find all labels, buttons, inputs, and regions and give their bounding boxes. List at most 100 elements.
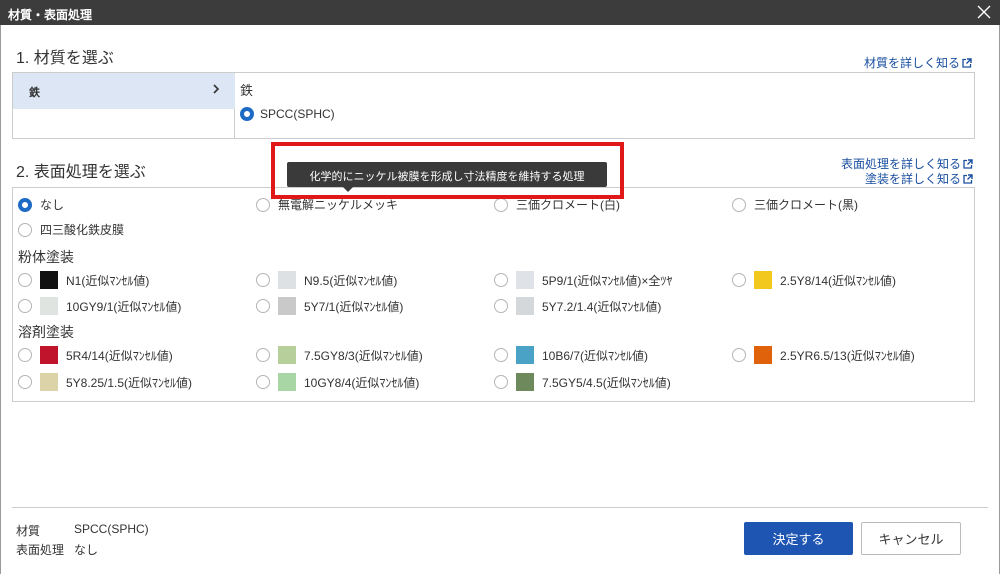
color-swatch (278, 373, 296, 391)
surface-panel (12, 187, 975, 402)
powder-option-5y7-1[interactable]: 5Y7/1(近似ﾏﾝｾﾙ値) (256, 297, 403, 315)
confirm-button[interactable]: 決定する (744, 522, 853, 555)
radio-icon[interactable] (18, 299, 32, 313)
material-panel: 鉄 (12, 72, 975, 139)
radio-icon[interactable] (256, 299, 270, 313)
powder-option-2-5y8-14[interactable]: 2.5Y8/14(近似ﾏﾝｾﾙ値) (732, 271, 896, 289)
external-link-icon (963, 173, 973, 184)
material-option-group-title: 鉄 (240, 83, 254, 98)
material-category-iron[interactable]: 鉄 (13, 73, 235, 109)
material-category-list: 鉄 (13, 73, 235, 138)
surface-option-label: なし (40, 198, 65, 212)
solvent-option-5r4-14[interactable]: 5R4/14(近似ﾏﾝｾﾙ値) (18, 346, 173, 364)
color-swatch (278, 297, 296, 315)
color-swatch (278, 271, 296, 289)
solvent-option-2-5yr6-5-13[interactable]: 2.5YR6.5/13(近似ﾏﾝｾﾙ値) (732, 346, 915, 364)
powder-option-5y7-2-1-4[interactable]: 5Y7.2/1.4(近似ﾏﾝｾﾙ値) (494, 297, 661, 315)
cancel-button[interactable]: キャンセル (861, 522, 961, 555)
radio-icon[interactable] (18, 375, 32, 389)
radio-icon[interactable] (256, 375, 270, 389)
color-swatch (40, 297, 58, 315)
powder-option-label: N1(近似ﾏﾝｾﾙ値) (66, 273, 150, 288)
tooltip: 化学的にニッケル被膜を形成し寸法精度を維持する処理 (287, 162, 607, 192)
color-swatch (754, 271, 772, 289)
powder-option-label: 10GY9/1(近似ﾏﾝｾﾙ値) (66, 299, 182, 314)
external-link-icon (963, 158, 973, 169)
material-detail-link[interactable]: 材質を詳しく知る (864, 54, 972, 71)
radio-icon[interactable] (494, 375, 508, 389)
solvent-option-label: 7.5GY8/3(近似ﾏﾝｾﾙ値) (304, 348, 423, 363)
material-option-label: SPCC(SPHC) (260, 107, 335, 121)
color-swatch (516, 373, 534, 391)
surface-option-chromate-black[interactable]: 三価クロメート(黒) (732, 196, 858, 213)
summary-material-label: 材質 (16, 524, 41, 538)
material-section-title: 1. 材質を選ぶ (16, 50, 114, 67)
footer-divider (12, 507, 988, 508)
solvent-option-label: 5Y8.25/1.5(近似ﾏﾝｾﾙ値) (66, 375, 193, 390)
solvent-option-10b6-7[interactable]: 10B6/7(近似ﾏﾝｾﾙ値) (494, 346, 648, 364)
surface-option-triiron-tetroxide[interactable]: 四三酸化鉄皮膜 (18, 221, 124, 238)
paint-detail-link[interactable]: 塗装を詳しく知る (865, 170, 973, 187)
surface-option-electroless-nickel[interactable]: 無電解ニッケルメッキ (256, 196, 398, 213)
powder-option-n1[interactable]: N1(近似ﾏﾝｾﾙ値) (18, 271, 149, 289)
radio-icon[interactable] (18, 273, 32, 287)
color-swatch (516, 346, 534, 364)
powder-coating-heading: 粉体塗装 (18, 249, 74, 265)
radio-icon[interactable] (494, 273, 508, 287)
close-icon[interactable] (976, 4, 992, 20)
radio-selected-icon[interactable] (240, 107, 254, 121)
color-swatch (40, 373, 58, 391)
color-swatch (40, 346, 58, 364)
radio-icon[interactable] (732, 348, 746, 362)
radio-icon[interactable] (494, 348, 508, 362)
powder-option-n9-5[interactable]: N9.5(近似ﾏﾝｾﾙ値) (256, 271, 397, 289)
radio-icon[interactable] (732, 197, 746, 212)
material-option-spcc[interactable]: SPCC(SPHC) (240, 107, 335, 121)
paint-detail-link-label: 塗装を詳しく知る (865, 172, 962, 186)
powder-option-10gy9-1[interactable]: 10GY9/1(近似ﾏﾝｾﾙ値) (18, 297, 181, 315)
solvent-coating-heading: 溶剤塗装 (18, 324, 74, 340)
surface-option-label: 三価クロメート(白) (516, 198, 620, 212)
radio-icon[interactable] (494, 299, 508, 313)
surface-option-label: 三価クロメート(黒) (754, 198, 858, 212)
surface-option-none[interactable]: なし (18, 196, 64, 213)
color-swatch (516, 297, 534, 315)
summary-surface-label: 表面処理 (16, 543, 65, 557)
solvent-option-10gy8-4[interactable]: 10GY8/4(近似ﾏﾝｾﾙ値) (256, 373, 419, 391)
dialog-border-left (0, 25, 1, 574)
surface-option-label: 無電解ニッケルメッキ (278, 198, 399, 212)
radio-icon[interactable] (256, 273, 270, 287)
powder-option-5p9-1[interactable]: 5P9/1(近似ﾏﾝｾﾙ値)×全ﾂﾔ (494, 271, 672, 289)
solvent-option-label: 7.5GY5/4.5(近似ﾏﾝｾﾙ値) (542, 375, 671, 390)
solvent-option-label: 10B6/7(近似ﾏﾝｾﾙ値) (542, 348, 649, 363)
solvent-option-7-5gy8-3[interactable]: 7.5GY8/3(近似ﾏﾝｾﾙ値) (256, 346, 423, 364)
radio-selected-icon[interactable] (18, 197, 32, 212)
dialog-titlebar: 材質・表面処理 (0, 0, 1000, 25)
radio-icon[interactable] (494, 197, 508, 212)
dialog-title: 材質・表面処理 (8, 8, 93, 22)
material-detail-link-label: 材質を詳しく知る (864, 56, 961, 70)
powder-option-label: 2.5Y8/14(近似ﾏﾝｾﾙ値) (780, 273, 897, 288)
summary-surface-value: なし (74, 543, 99, 557)
powder-option-label: N9.5(近似ﾏﾝｾﾙ値) (304, 273, 398, 288)
powder-option-label: 5P9/1(近似ﾏﾝｾﾙ値)×全ﾂﾔ (542, 273, 673, 288)
color-swatch (40, 271, 58, 289)
color-swatch (754, 346, 772, 364)
surface-option-label: 四三酸化鉄皮膜 (40, 223, 125, 237)
solvent-option-label: 2.5YR6.5/13(近似ﾏﾝｾﾙ値) (780, 348, 915, 363)
radio-icon[interactable] (18, 222, 32, 237)
radio-icon[interactable] (256, 348, 270, 362)
solvent-option-5y8-25-1-5[interactable]: 5Y8.25/1.5(近似ﾏﾝｾﾙ値) (18, 373, 192, 391)
surface-section-title: 2. 表面処理を選ぶ (16, 164, 146, 181)
color-swatch (516, 271, 534, 289)
radio-icon[interactable] (256, 197, 270, 212)
radio-icon[interactable] (18, 348, 32, 362)
surface-option-chromate-white[interactable]: 三価クロメート(白) (494, 196, 620, 213)
chevron-right-icon (213, 84, 220, 94)
material-category-label: 鉄 (29, 87, 40, 99)
radio-icon[interactable] (732, 273, 746, 287)
solvent-option-label: 5R4/14(近似ﾏﾝｾﾙ値) (66, 348, 173, 363)
solvent-option-7-5gy5-4-5[interactable]: 7.5GY5/4.5(近似ﾏﾝｾﾙ値) (494, 373, 671, 391)
solvent-option-label: 10GY8/4(近似ﾏﾝｾﾙ値) (304, 375, 420, 390)
summary-material-value: SPCC(SPHC) (74, 522, 149, 536)
